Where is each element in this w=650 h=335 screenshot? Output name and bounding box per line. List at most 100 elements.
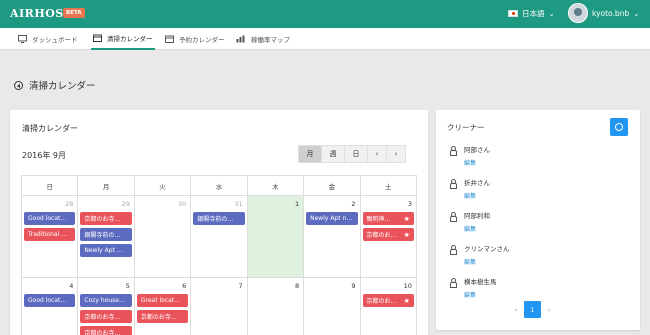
cleaning-event[interactable]: 銀閣寺前の… bbox=[193, 212, 245, 225]
cleaner-panel: クリーナー 阿部さん 編集 折井さん 編集 阿部利和 編集 クリンマンさん 編集 横本樹生馬 編集… bbox=[436, 110, 640, 330]
tab-booking-calendar-label: 予約カレンダー bbox=[179, 36, 225, 44]
cleaner-name: 阿部利和 bbox=[464, 212, 490, 220]
cleaning-event[interactable]: Good locat… bbox=[24, 212, 76, 225]
calendar-day[interactable]: 10 京都のお… ★ bbox=[361, 278, 417, 335]
event-label: 京都のお… bbox=[366, 232, 397, 239]
cleaning-event[interactable]: 鴨明神… ★ bbox=[362, 212, 414, 225]
cleaning-event[interactable]: 京都のお… ★ bbox=[362, 294, 414, 307]
cleaning-event[interactable]: 京都のお寺… bbox=[136, 310, 189, 323]
cleaning-event[interactable]: 京都のお… ★ bbox=[362, 228, 414, 241]
event-label: Cozy house… bbox=[84, 297, 125, 304]
event-label: 銀閣寺前の… bbox=[84, 232, 121, 239]
calendar-title: 清掃カレンダー bbox=[22, 124, 78, 133]
next-page-button[interactable]: » bbox=[547, 306, 551, 314]
cleaning-event[interactable]: 京都のお寺… bbox=[80, 326, 132, 335]
edit-cleaner-link[interactable]: 編集 bbox=[464, 290, 510, 299]
cleaner-item: 折井さん 編集 bbox=[448, 177, 510, 210]
tab-cleaning-calendar[interactable]: 清掃カレンダー bbox=[91, 28, 155, 50]
next-month-button[interactable]: › bbox=[386, 145, 406, 163]
edit-cleaner-link[interactable]: 編集 bbox=[464, 257, 510, 266]
tab-dashboard-label: ダッシュボード bbox=[32, 36, 78, 44]
event-label: 京都のお寺… bbox=[84, 330, 121, 335]
calendar-day[interactable]: 4 Good locat… bbox=[22, 278, 79, 335]
japan-flag-icon bbox=[508, 10, 518, 17]
pagination: « 1 » bbox=[514, 301, 551, 318]
calendar-icon bbox=[165, 35, 174, 43]
edit-cleaner-link[interactable]: 編集 bbox=[464, 191, 510, 200]
user-menu[interactable]: kyoto.bnb ⌄ bbox=[568, 3, 639, 23]
calendar-day[interactable]: 30 bbox=[134, 196, 192, 278]
person-icon bbox=[450, 179, 457, 189]
cleaning-event[interactable]: 京都のお寺… bbox=[80, 310, 132, 323]
cleaning-event[interactable]: Newly Apt … bbox=[80, 244, 132, 257]
tab-occupancy-map-label: 稼働率マップ bbox=[251, 36, 290, 44]
cleaner-item: 阿部利和 編集 bbox=[448, 210, 510, 243]
event-label: 京都のお寺… bbox=[140, 314, 177, 321]
calendar-day[interactable]: 2 Newly Apt n… bbox=[304, 196, 361, 278]
event-label: 銀閣寺前の… bbox=[197, 216, 234, 223]
day-number: 9 bbox=[351, 282, 356, 290]
cleaning-event[interactable]: Traditional … bbox=[24, 228, 76, 241]
day-number: 29 bbox=[121, 200, 130, 208]
calendar-week: 28 Good locat… Traditional … 29 京都のお寺… 銀閣寺前の…… bbox=[22, 196, 417, 278]
edit-cleaner-link[interactable]: 編集 bbox=[464, 158, 510, 167]
add-cleaner-button[interactable] bbox=[610, 118, 628, 136]
page-1-button[interactable]: 1 bbox=[523, 301, 541, 318]
week-view-button[interactable]: 週 bbox=[321, 145, 345, 163]
calendar-week: 4 Good locat… 5 Cozy house… 京都のお寺… 京都のお寺… 6 Gre… bbox=[22, 278, 417, 335]
event-label: Newly Apt n… bbox=[310, 215, 353, 222]
day-number: 10 bbox=[403, 282, 412, 290]
prev-month-button[interactable]: ‹ bbox=[367, 145, 387, 163]
cleaner-name: 阿部さん bbox=[464, 146, 490, 154]
calendar-day[interactable]: 3 鴨明神… ★ 京都のお… ★ bbox=[360, 196, 417, 278]
cleaning-event[interactable]: Cozy house… bbox=[80, 294, 132, 307]
cleaner-item: クリンマンさん 編集 bbox=[448, 243, 510, 276]
star-icon: ★ bbox=[403, 230, 410, 239]
calendar-day[interactable]: 31 銀閣寺前の… bbox=[191, 196, 248, 278]
weekday-label: 金 bbox=[304, 176, 361, 196]
language-label: 日本語 bbox=[522, 9, 545, 18]
calendar-day[interactable]: 1 bbox=[247, 196, 305, 278]
cleaner-name: 横本樹生馬 bbox=[464, 278, 497, 286]
cleaning-event[interactable]: Great locat… bbox=[136, 294, 189, 307]
prev-page-button[interactable]: « bbox=[514, 306, 518, 314]
cleaner-item: 阿部さん 編集 bbox=[448, 144, 510, 177]
calendar-day[interactable]: 6 Great locat… 京都のお寺… bbox=[135, 278, 192, 335]
chevron-down-icon: ⌄ bbox=[633, 8, 640, 18]
language-selector[interactable]: 日本語 ⌄ bbox=[508, 8, 555, 19]
calendar-day[interactable]: 29 京都のお寺… 銀閣寺前の… Newly Apt … bbox=[78, 196, 135, 278]
chevron-down-icon: ⌄ bbox=[548, 9, 555, 18]
day-number: 31 bbox=[234, 200, 243, 208]
cleaning-event[interactable]: 京都のお寺… bbox=[80, 212, 132, 225]
tab-occupancy-map[interactable]: 稼働率マップ bbox=[236, 28, 290, 50]
cleaner-name: 折井さん bbox=[464, 179, 490, 187]
weekday-label: 木 bbox=[247, 176, 305, 196]
calendar-day[interactable]: 8 bbox=[248, 278, 305, 335]
day-number: 28 bbox=[65, 200, 74, 208]
person-icon bbox=[450, 278, 457, 288]
person-icon bbox=[450, 212, 457, 222]
edit-cleaner-link[interactable]: 編集 bbox=[464, 224, 510, 233]
tab-cleaning-calendar-label: 清掃カレンダー bbox=[107, 35, 153, 43]
monitor-icon bbox=[18, 35, 27, 43]
weekday-label: 月 bbox=[78, 176, 135, 196]
username: kyoto.bnb bbox=[592, 8, 630, 18]
cleaning-event[interactable]: Good locat… bbox=[24, 294, 76, 307]
calendar-day[interactable]: 5 Cozy house… 京都のお寺… 京都のお寺… bbox=[78, 278, 135, 335]
calendar-day[interactable]: 28 Good locat… Traditional … bbox=[22, 196, 79, 278]
calendar-day[interactable]: 9 bbox=[304, 278, 361, 335]
month-view-button[interactable]: 月 bbox=[298, 145, 322, 163]
event-label: 京都のお寺… bbox=[84, 216, 121, 223]
tab-booking-calendar[interactable]: 予約カレンダー bbox=[165, 28, 225, 50]
day-number: 4 bbox=[69, 282, 74, 290]
calendar-day[interactable]: 7 bbox=[191, 278, 248, 335]
cleaning-event[interactable]: Newly Apt n… bbox=[306, 212, 358, 225]
page-heading: 清掃カレンダー bbox=[14, 78, 96, 92]
tab-dashboard[interactable]: ダッシュボード bbox=[18, 28, 78, 50]
cleaning-event[interactable]: 銀閣寺前の… bbox=[80, 228, 132, 241]
day-view-button[interactable]: 日 bbox=[344, 145, 368, 163]
main-nav: ダッシュボード 清掃カレンダー 予約カレンダー 稼働率マップ bbox=[0, 28, 650, 50]
weekday-label: 日 bbox=[22, 176, 79, 196]
page-title: 清掃カレンダー bbox=[29, 81, 96, 92]
back-arrow-icon[interactable] bbox=[14, 80, 23, 90]
